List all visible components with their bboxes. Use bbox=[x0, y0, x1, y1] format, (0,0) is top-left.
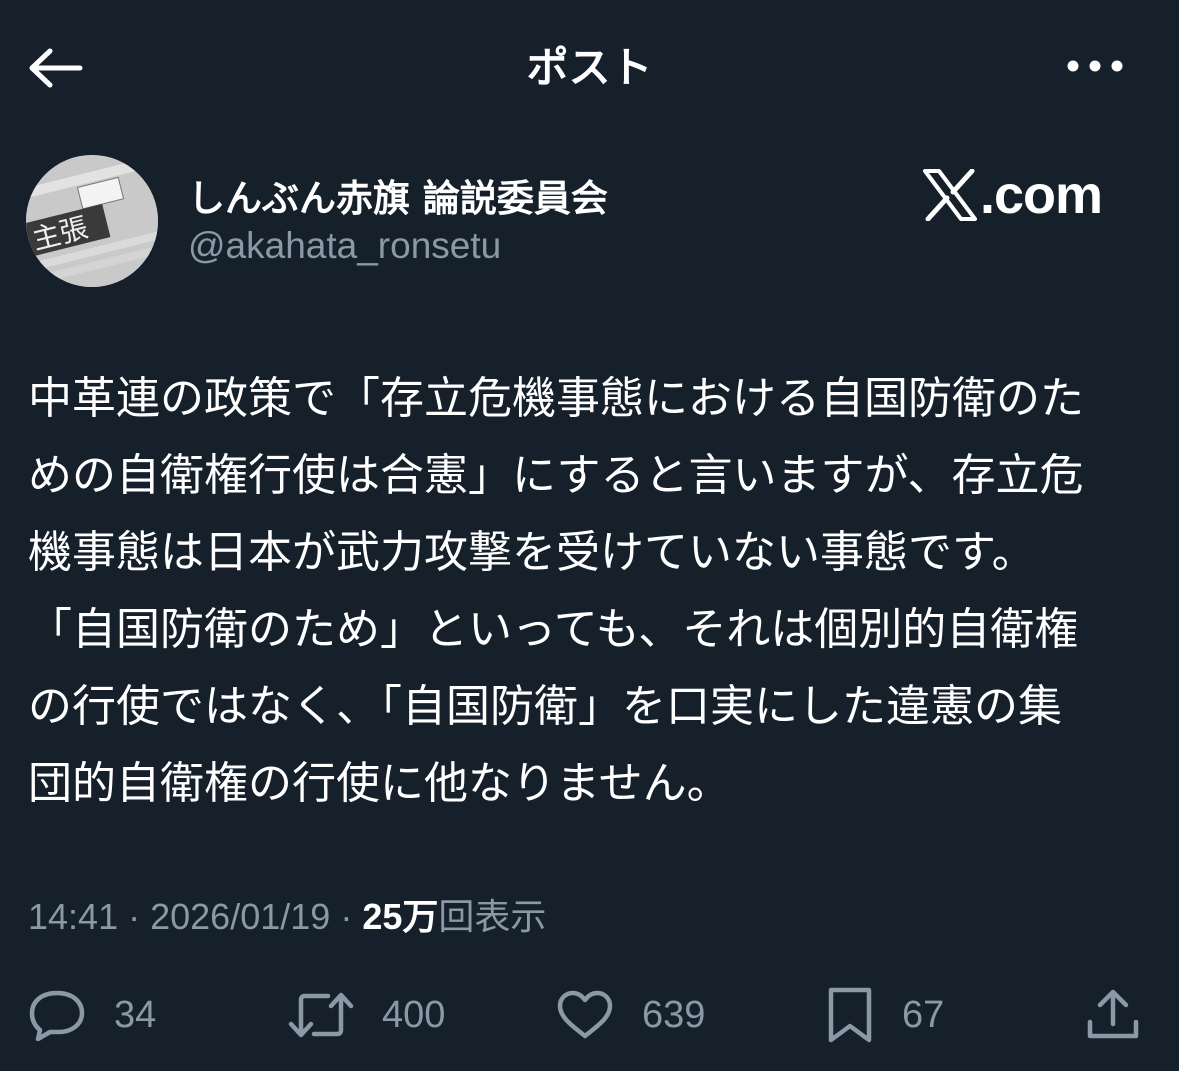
bookmark-count: 67 bbox=[902, 993, 945, 1036]
xcom-watermark: .com bbox=[922, 162, 1103, 228]
repost-count: 400 bbox=[382, 993, 446, 1036]
tweet-line: 中革連の政策で「存立危機事態における自国防衛のた bbox=[28, 373, 1084, 424]
more-options-button[interactable] bbox=[1060, 46, 1130, 86]
views-label: 回表示 bbox=[438, 896, 547, 937]
reply-icon bbox=[28, 989, 86, 1041]
like-icon bbox=[556, 990, 614, 1040]
views-count[interactable]: 25万 bbox=[362, 896, 438, 937]
reply-count: 34 bbox=[114, 993, 157, 1036]
tweet-line: 団的自衛権の行使に他なりません。 bbox=[28, 758, 731, 809]
user-handle[interactable]: @akahata_ronsetu bbox=[188, 225, 501, 267]
like-count: 639 bbox=[642, 993, 706, 1036]
more-icon bbox=[1065, 58, 1125, 74]
separator-dot: · bbox=[340, 896, 363, 937]
tweet-line: 「自国防衛のため」といっても、それは個別的自衛権 bbox=[28, 604, 1079, 655]
repost-button[interactable]: 400 bbox=[288, 985, 445, 1045]
tweet-line: の行使ではなく、「自国防衛」を口実にした違憲の集 bbox=[28, 681, 1062, 732]
like-button[interactable]: 639 bbox=[556, 985, 705, 1045]
share-icon bbox=[1086, 988, 1140, 1042]
separator-dot: · bbox=[128, 896, 151, 937]
bookmark-icon bbox=[826, 986, 874, 1044]
post-date[interactable]: 2026/01/19 bbox=[150, 896, 330, 937]
x-logo-icon bbox=[922, 169, 978, 221]
repost-icon bbox=[288, 990, 354, 1040]
post-page: ポスト 主張 しんぶん赤旗 論説委員会 @akahata_ronsetu .co… bbox=[0, 0, 1179, 1071]
post-time[interactable]: 14:41 bbox=[28, 896, 118, 937]
tweet-line: 機事態は日本が武力攻撃を受けていない事態です。 bbox=[28, 527, 1036, 578]
bookmark-button[interactable]: 67 bbox=[826, 985, 944, 1045]
tweet-meta: 14:41 · 2026/01/19 · 25万回表示 bbox=[28, 888, 546, 940]
tweet-text: 中革連の政策で「存立危機事態における自国防衛のた めの自衛権行使は合憲」にすると… bbox=[28, 360, 1158, 822]
reply-button[interactable]: 34 bbox=[28, 985, 156, 1045]
share-button[interactable] bbox=[1086, 985, 1140, 1045]
page-title: ポスト bbox=[526, 43, 653, 92]
watermark-text: .com bbox=[980, 165, 1103, 225]
display-name[interactable]: しんぶん赤旗 論説委員会 bbox=[188, 168, 608, 222]
tweet-line: めの自衛権行使は合憲」にすると言いますが、存立危 bbox=[28, 450, 1084, 501]
avatar[interactable]: 主張 bbox=[26, 155, 158, 287]
